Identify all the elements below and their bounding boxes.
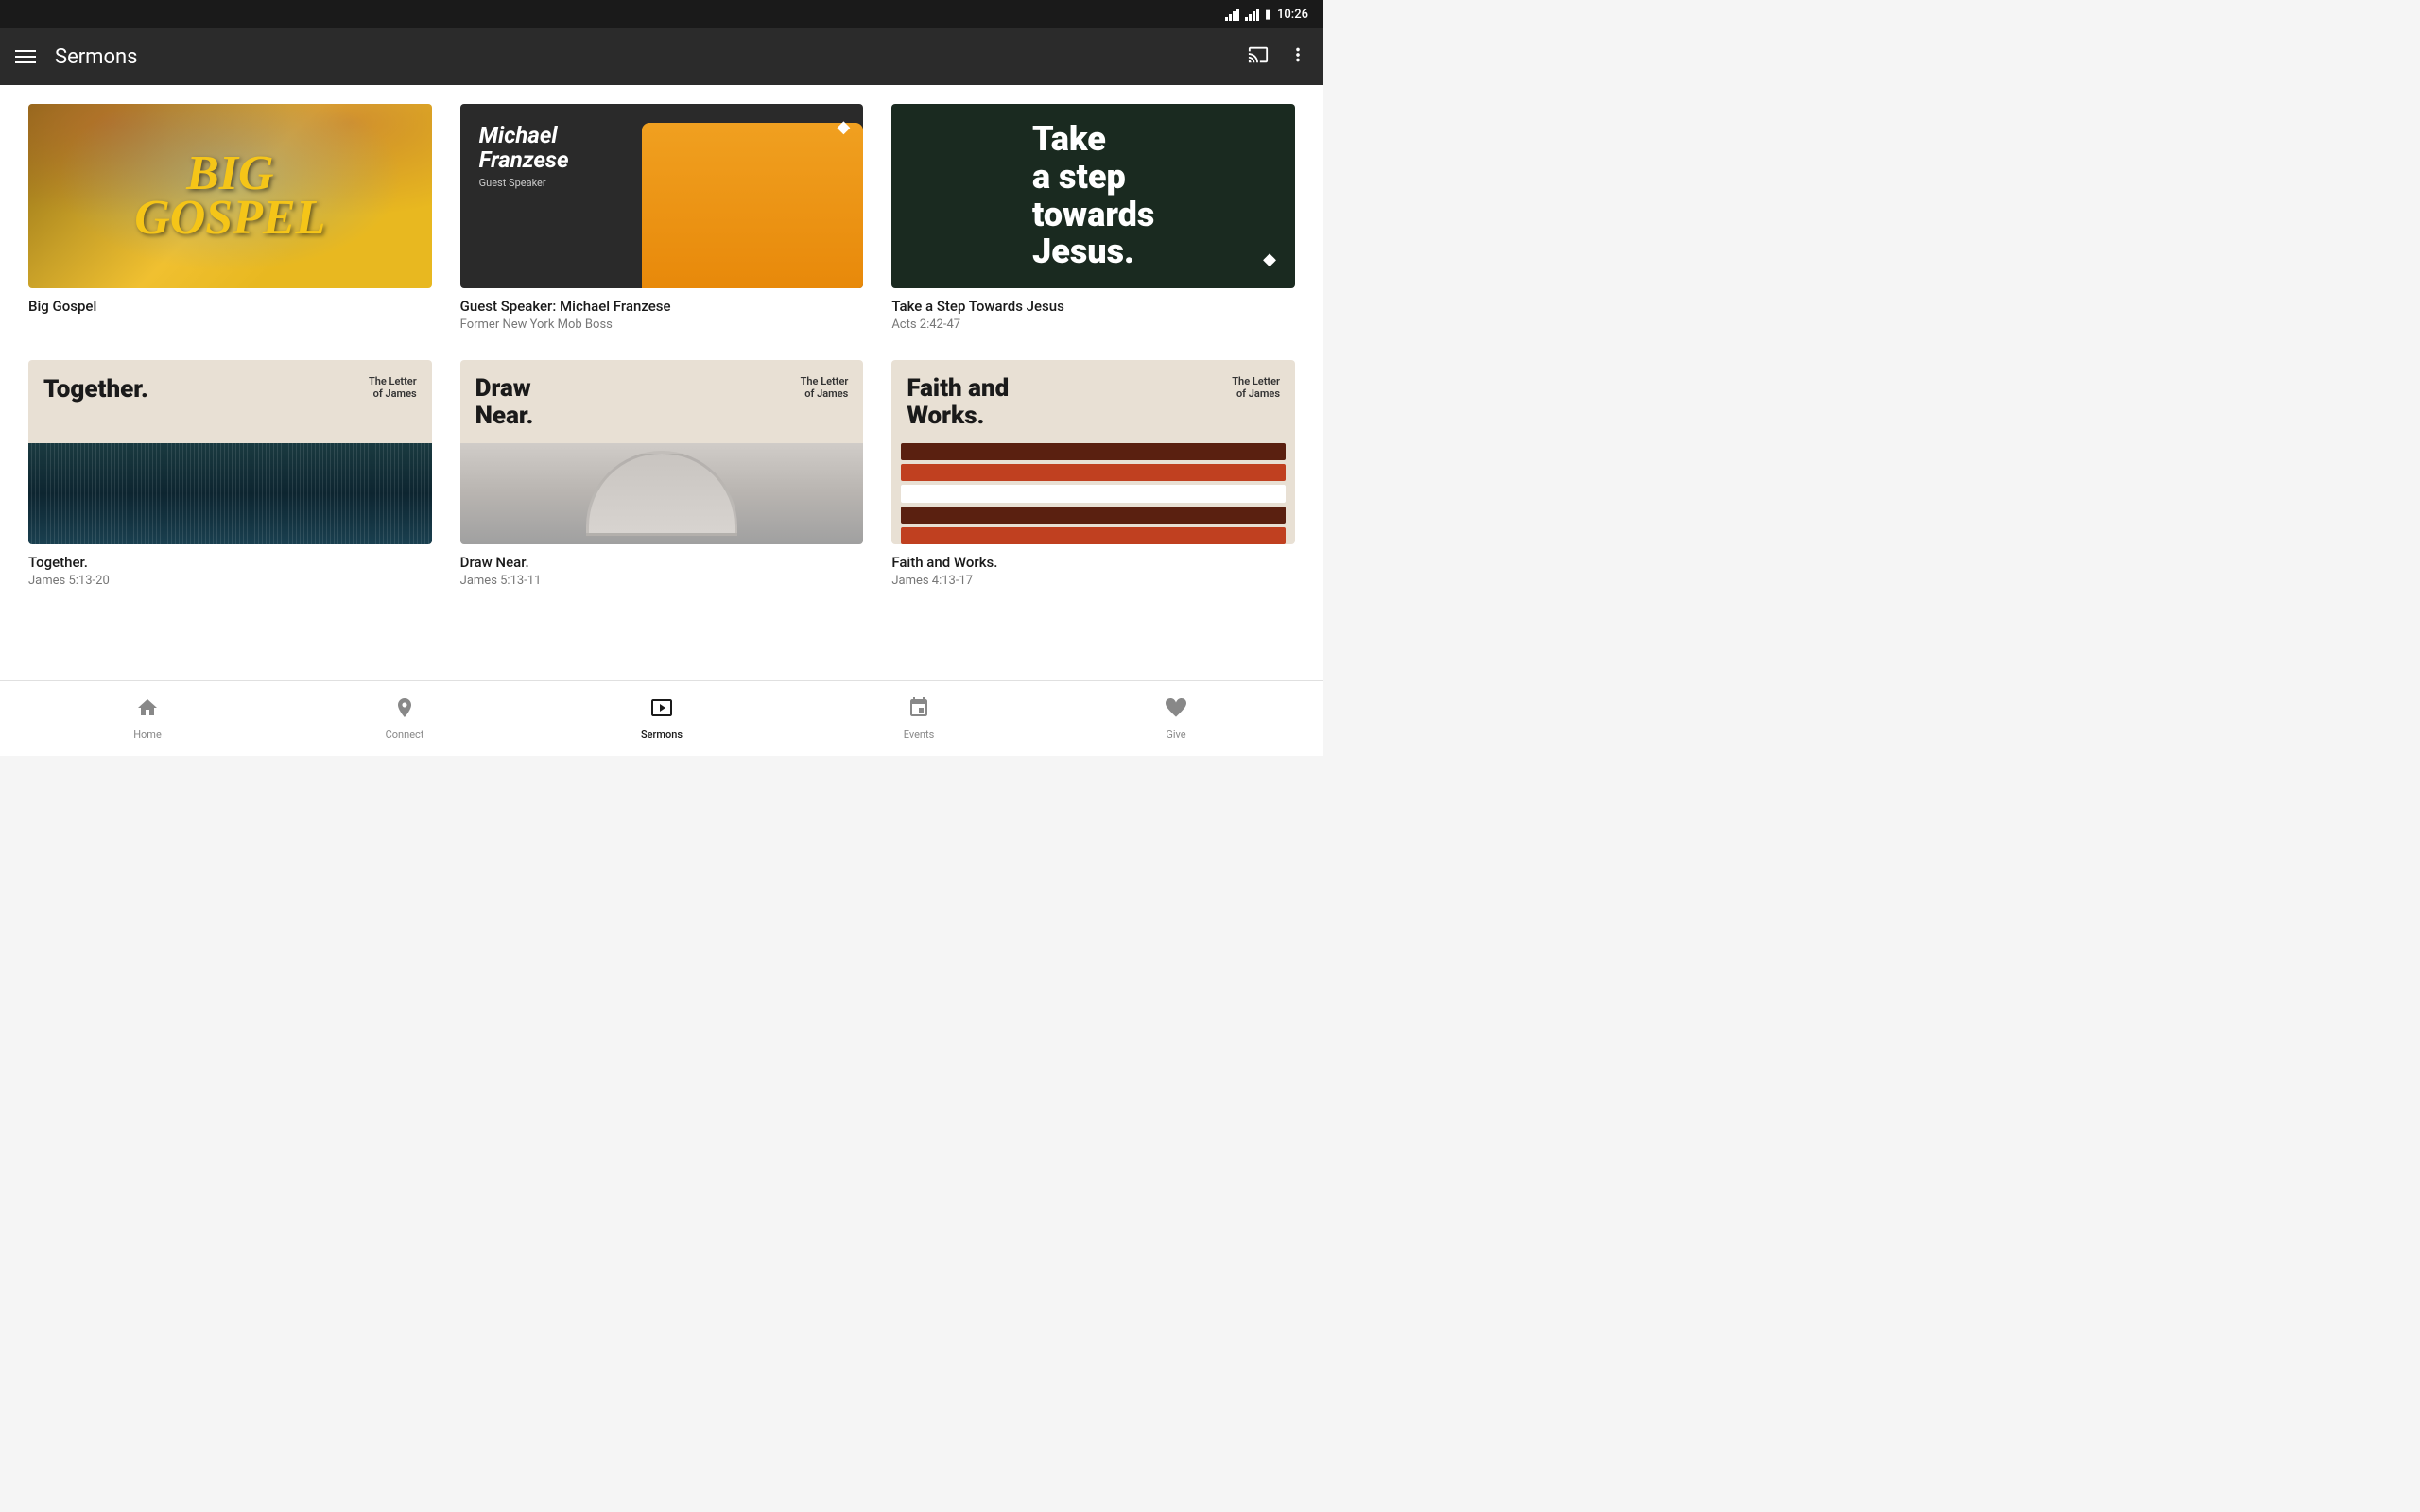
thumb-together-series: The Letterof James (369, 375, 417, 400)
sermons-icon (650, 696, 673, 725)
nav-label-connect: Connect (386, 729, 424, 741)
sermon-title-michael: Guest Speaker: Michael Franzese (460, 298, 864, 315)
book-stripe-2 (901, 464, 1286, 481)
book-stripe-3 (901, 485, 1286, 502)
thumb-draw-near-title: DrawNear. (475, 375, 534, 429)
book-stripe-4 (901, 507, 1286, 524)
sermon-thumbnail-draw-near: DrawNear. The Letterof James (460, 360, 864, 544)
book-stripe-5 (901, 527, 1286, 544)
thumb-together-image (28, 443, 432, 544)
sermon-title-big-gospel: Big Gospel (28, 298, 432, 315)
sermon-card-together[interactable]: Together. The Letterof James Together. J… (28, 360, 432, 588)
thumb-draw-near-bg: DrawNear. The Letterof James (460, 360, 864, 544)
bottom-nav: Home Connect Sermons Events (0, 680, 1323, 756)
sermon-grid: BIGGOSPEL Big Gospel MichaelFranzese Gue… (28, 104, 1295, 588)
nav-label-events: Events (904, 729, 935, 741)
thumb-faith-works-bg: Faith andWorks. The Letterof James (891, 360, 1295, 544)
app-bar: Sermons (0, 28, 1323, 85)
thumb-big-gospel-bg: BIGGOSPEL (28, 104, 432, 288)
sermon-title-faith-works: Faith and Works. (891, 554, 1295, 571)
sermon-card-take-step[interactable]: Takea steptowardsJesus. ◆ Take a Step To… (891, 104, 1295, 332)
sermon-subtitle-together: James 5:13-20 (28, 574, 432, 588)
nav-item-home[interactable]: Home (19, 696, 276, 741)
page-title: Sermons (55, 45, 138, 69)
app-bar-right (1248, 44, 1308, 70)
more-options-button[interactable] (1288, 44, 1308, 70)
sermon-card-draw-near[interactable]: DrawNear. The Letterof James Draw Near. … (460, 360, 864, 588)
app-bar-left: Sermons (15, 45, 138, 69)
thumb-draw-near-image (460, 443, 864, 544)
thumb-michael-text: MichaelFranzese Guest Speaker (479, 123, 569, 189)
home-icon (136, 696, 159, 725)
sermon-title-draw-near: Draw Near. (460, 554, 864, 571)
hamburger-menu-button[interactable] (15, 50, 36, 63)
thumb-draw-near-series: The Letterof James (801, 375, 849, 400)
main-content: BIGGOSPEL Big Gospel MichaelFranzese Gue… (0, 85, 1323, 680)
sermon-subtitle-draw-near: James 5:13-11 (460, 574, 864, 588)
signal-icon (1245, 9, 1259, 21)
thumb-michael-name: MichaelFranzese (479, 123, 569, 173)
sermon-thumbnail-michael: MichaelFranzese Guest Speaker ◆ (460, 104, 864, 288)
thumb-draw-near-header: DrawNear. The Letterof James (460, 360, 864, 444)
battery-icon: ▮ (1265, 8, 1271, 22)
sermon-subtitle-faith-works: James 4:13-17 (891, 574, 1295, 588)
diamond-icon2: ◆ (1263, 249, 1276, 269)
nav-label-sermons: Sermons (641, 729, 683, 741)
thumb-michael-subtitle: Guest Speaker (479, 177, 569, 189)
nav-item-sermons[interactable]: Sermons (533, 696, 790, 741)
sermon-subtitle-michael: Former New York Mob Boss (460, 318, 864, 332)
nav-label-home: Home (133, 729, 162, 741)
thumb-big-gospel-text: BIGGOSPEL (134, 152, 325, 241)
sermon-title-step-jesus: Take a Step Towards Jesus (891, 298, 1295, 315)
sermon-card-faith-works[interactable]: Faith andWorks. The Letterof James Faith… (891, 360, 1295, 588)
thumb-together-title: Together. (43, 375, 148, 404)
sermon-subtitle-step-jesus: Acts 2:42-47 (891, 318, 1295, 332)
sermon-card-big-gospel[interactable]: BIGGOSPEL Big Gospel (28, 104, 432, 332)
sermon-thumbnail-faith-works: Faith andWorks. The Letterof James (891, 360, 1295, 544)
thumb-step-jesus-bg: Takea steptowardsJesus. ◆ (891, 104, 1295, 288)
cast-button[interactable] (1248, 44, 1269, 70)
nav-item-give[interactable]: Give (1047, 696, 1305, 741)
thumb-faith-works-header: Faith andWorks. The Letterof James (891, 360, 1295, 444)
status-time: 10:26 (1277, 8, 1308, 22)
thumb-faith-works-image (891, 443, 1295, 544)
nav-item-connect[interactable]: Connect (276, 696, 533, 741)
nav-item-events[interactable]: Events (790, 696, 1047, 741)
diamond-icon: ◆ (837, 117, 850, 137)
thumb-faith-works-series: The Letterof James (1232, 375, 1280, 400)
sermon-thumbnail-big-gospel: BIGGOSPEL (28, 104, 432, 288)
connect-icon (393, 696, 416, 725)
thumb-together-bg: Together. The Letterof James (28, 360, 432, 544)
sermon-thumbnail-together: Together. The Letterof James (28, 360, 432, 544)
status-bar: ▮ 10:26 (0, 0, 1323, 28)
give-icon (1165, 696, 1187, 725)
sermon-title-together: Together. (28, 554, 432, 571)
events-icon (908, 696, 930, 725)
sermon-thumbnail-step-jesus: Takea steptowardsJesus. ◆ (891, 104, 1295, 288)
status-icons: ▮ 10:26 (1225, 8, 1308, 22)
thumb-michael-bg: MichaelFranzese Guest Speaker ◆ (460, 104, 864, 288)
wifi-icon (1225, 9, 1239, 21)
sermon-card-michael-franzese[interactable]: MichaelFranzese Guest Speaker ◆ Guest Sp… (460, 104, 864, 332)
thumb-together-header: Together. The Letterof James (28, 360, 432, 419)
thumb-faith-works-title: Faith andWorks. (907, 375, 1009, 429)
arch-shape (586, 451, 737, 536)
thumb-step-jesus-text: Takea steptowardsJesus. (1013, 104, 1173, 288)
nav-label-give: Give (1166, 729, 1185, 741)
book-stripe-1 (901, 443, 1286, 460)
